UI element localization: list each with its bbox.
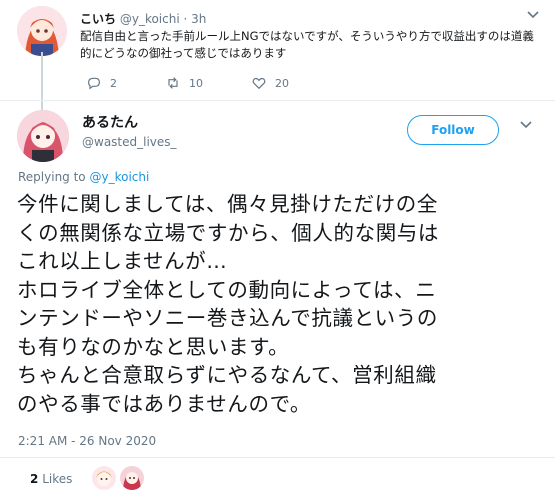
reply-icon — [88, 77, 100, 90]
reply-time[interactable]: 3h — [191, 12, 206, 26]
reply-count: 2 — [110, 76, 117, 90]
retweet-count: 10 — [189, 76, 203, 90]
author-handle[interactable]: @wasted_lives_ — [82, 135, 177, 149]
separator-dot: · — [183, 12, 188, 26]
retweet-action[interactable]: 10 — [165, 75, 203, 91]
reply-tweet[interactable]: こいち @y_koichi · 3h 配信自由と言った手前ルール上NGではないで… — [0, 0, 555, 100]
replying-to-link[interactable]: @y_koichi — [89, 170, 149, 184]
likes-summary[interactable]: 2 Likes — [30, 472, 72, 486]
avatar-image — [120, 466, 144, 490]
likes-label: Likes — [42, 472, 73, 486]
reply-author-name[interactable]: こいち — [80, 12, 116, 26]
like-count: 20 — [275, 76, 289, 90]
liker-avatar[interactable] — [120, 466, 144, 490]
avatar[interactable] — [17, 6, 67, 56]
tweet-text-line: くの無関係な立場ですから、個人的な関与は — [17, 220, 439, 245]
avatar-image — [17, 110, 69, 162]
retweet-icon — [168, 77, 178, 89]
avatar-image — [92, 466, 116, 490]
tweet-timestamp[interactable]: 2:21 AM - 26 Nov 2020 — [18, 434, 156, 448]
reply-actions: 2 10 20 — [86, 75, 337, 91]
author-name[interactable]: あるたん — [82, 112, 138, 132]
tweet-text-line: も有りなのかなと思います。 — [17, 334, 290, 359]
replying-to-label: Replying to — [18, 170, 86, 184]
replying-to: Replying to @y_koichi — [18, 170, 149, 184]
reply-action[interactable]: 2 — [86, 75, 117, 91]
follow-button[interactable]: Follow — [407, 115, 499, 145]
liker-avatar[interactable] — [92, 466, 116, 490]
tweet-text-line: 今件に関しましては、偶々見掛けただけの全 — [17, 192, 438, 216]
tweet-text-line: ホロライブ全体としての動向によっては、ニ — [17, 277, 437, 302]
likes-count: 2 — [30, 472, 39, 486]
chevron-down-icon[interactable] — [520, 118, 532, 132]
avatar-image — [17, 6, 67, 56]
chevron-down-icon[interactable] — [527, 8, 539, 22]
tweet-text-line: ンテンドーやソニー巻き込んで抗議というの — [17, 306, 438, 330]
reply-header: こいち @y_koichi · 3h — [80, 10, 206, 27]
reply-text: 配信自由と言った手前ルール上NGではないですが、そういうやり方で収益出すのは道義… — [80, 29, 534, 60]
like-action[interactable]: 20 — [251, 75, 289, 91]
divider — [0, 457, 555, 458]
tweet-text: 今件に関しましては、偶々見掛けただけの全 くの無関係な立場ですから、個人的な関与… — [17, 190, 547, 418]
heart-icon — [252, 77, 266, 90]
thread-line — [41, 52, 43, 110]
divider — [0, 100, 555, 101]
tweet-text-line: のやる事ではありませんので。 — [17, 391, 311, 416]
reply-author-handle[interactable]: @y_koichi — [120, 12, 180, 26]
avatar[interactable] — [17, 110, 69, 162]
tweet-text-line: ちゃんと合意取らずにやるなんて、営利組織 — [17, 363, 437, 387]
tweet-text-line: これ以上しませんが… — [17, 249, 228, 273]
